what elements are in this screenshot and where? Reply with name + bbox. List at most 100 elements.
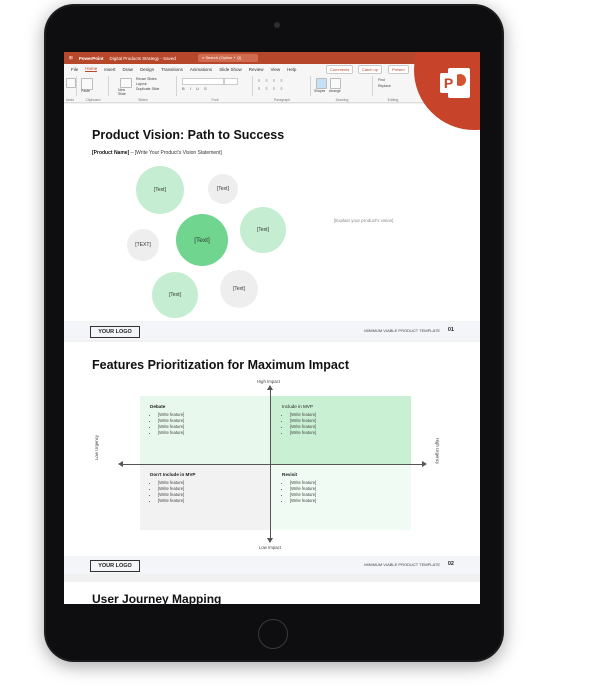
tab-review[interactable]: Review xyxy=(249,67,264,72)
slide-2-footer: YOUR LOGO MINIMUM VIABLE PRODUCT TEMPLAT… xyxy=(64,556,480,574)
search-placeholder: Search (Option + Q) xyxy=(205,55,242,60)
bubble-top-left[interactable]: [Text] xyxy=(136,166,184,214)
list-item: [Write feature] xyxy=(290,498,411,504)
catch-up-button[interactable]: Catch up xyxy=(358,65,383,74)
quadrant-revisit-list: [Write feature] [Write feature] [Write f… xyxy=(282,480,411,504)
slide-2[interactable]: Features Prioritization for Maximum Impa… xyxy=(64,342,480,574)
front-camera xyxy=(274,22,280,28)
drawing-group: Shapes Arrange Drawing xyxy=(312,76,373,102)
tab-file[interactable]: File xyxy=(71,67,78,72)
list-item: [Write feature] xyxy=(158,430,270,436)
slides-group-label: Slides xyxy=(138,98,148,102)
footer-template-name: MINIMUM VIABLE PRODUCT TEMPLATE xyxy=(364,562,440,567)
logo-placeholder: YOUR LOGO xyxy=(90,326,140,338)
vision-explain-text: [Explain your product's vision] xyxy=(334,218,394,223)
tab-slide-show[interactable]: Slide Show xyxy=(219,67,242,72)
slide-1-subtitle: [Product Name] – [Write Your Product's V… xyxy=(92,150,222,156)
clipboard-group: Paste Clipboard xyxy=(78,76,109,102)
font-group: B I U S Font xyxy=(178,76,253,102)
find-button[interactable]: Find xyxy=(378,78,385,82)
bubble-center[interactable]: [Text] xyxy=(176,214,228,266)
arrow-right-icon xyxy=(422,461,427,467)
search-input[interactable]: ⌕ Search (Option + Q) xyxy=(198,54,258,62)
tab-view[interactable]: View xyxy=(270,67,280,72)
layout-button[interactable]: Layout xyxy=(136,82,147,86)
quadrant-dont-include[interactable]: Don't Include in MVP [Write feature] [Wr… xyxy=(140,464,270,530)
tab-help[interactable]: Help xyxy=(287,67,296,72)
doc-title[interactable]: Digital Products Strategy - Saved xyxy=(110,56,176,61)
slides-group: New Slide Reuse Slides Layout Duplicate … xyxy=(110,76,177,102)
logo-letter: P xyxy=(440,73,457,93)
font-name-select[interactable] xyxy=(182,78,224,85)
low-urgency-label: Low Urgency xyxy=(94,434,99,460)
new-slide-label: New Slide xyxy=(118,88,126,96)
slide-1-footer: YOUR LOGO MINIMUM VIABLE PRODUCT TEMPLAT… xyxy=(64,322,480,340)
quadrant-revisit-title: Revisit xyxy=(282,472,298,477)
bullets-icon[interactable]: ≡ ≡ ≡ ≡ xyxy=(258,78,285,83)
comments-button[interactable]: Comments xyxy=(326,65,354,74)
undo-group: Undo xyxy=(64,76,77,102)
quadrant-revisit[interactable]: Revisit [Write feature] [Write feature] … xyxy=(270,464,411,530)
quadrant-debate[interactable]: Debate [Write feature] [Write feature] [… xyxy=(140,396,270,464)
tab-design[interactable]: Design xyxy=(140,67,154,72)
slide-3[interactable]: User Journey Mapping xyxy=(64,582,480,604)
slide-1-title: Product Vision: Path to Success xyxy=(92,128,285,142)
app-name: PowerPoint xyxy=(78,55,104,61)
bubble-bottom-right[interactable]: [Text] xyxy=(220,270,258,308)
bubble-top-right[interactable]: [Text] xyxy=(208,174,238,204)
shapes-icon[interactable] xyxy=(316,78,327,89)
tab-animations[interactable]: Animations xyxy=(190,67,212,72)
undo-icon[interactable] xyxy=(66,78,76,88)
arrow-up-icon xyxy=(267,385,273,390)
arrange-label: Arrange xyxy=(329,89,341,93)
slide-1[interactable]: Product Vision: Path to Success [Product… xyxy=(64,104,480,340)
arrow-down-icon xyxy=(267,538,273,543)
drawing-group-label: Drawing xyxy=(335,98,349,102)
home-button[interactable] xyxy=(258,619,288,649)
tab-draw[interactable]: Draw xyxy=(123,67,134,72)
present-label: Presen xyxy=(392,67,405,72)
tab-transitions[interactable]: Transitions xyxy=(161,67,183,72)
quadrant-include-title: Include in MVP xyxy=(282,404,313,409)
duplicate-slide-button[interactable]: Duplicate Slide xyxy=(136,87,159,91)
replace-button[interactable]: Replace xyxy=(378,84,391,88)
align-icons[interactable]: ≡ ≡ ≡ ≡ xyxy=(258,86,285,91)
catch-up-label: Catch up xyxy=(362,67,379,72)
quadrant-dont-list: [Write feature] [Write feature] [Write f… xyxy=(150,480,270,504)
bubble-left[interactable]: [TEXT] xyxy=(127,229,159,261)
vision-statement-placeholder: – [Write Your Product's Vision Statement… xyxy=(129,150,222,156)
present-button[interactable]: Presen xyxy=(388,65,409,74)
arrow-left-icon xyxy=(118,461,123,467)
low-impact-label: Low Impact xyxy=(259,545,281,550)
comments-label: Comments xyxy=(330,67,350,72)
quadrant-debate-title: Debate xyxy=(150,404,166,409)
editing-group: Find Replace Editing xyxy=(374,76,412,102)
quadrant-include-in-mvp[interactable]: Include in MVP [Write feature] [Write fe… xyxy=(270,396,411,464)
font-size-select[interactable] xyxy=(224,78,238,85)
arrange-icon[interactable] xyxy=(330,78,341,89)
powerpoint-logo-icon: P xyxy=(440,68,472,98)
list-item: [Write feature] xyxy=(158,498,270,504)
paste-label: Paste xyxy=(81,89,90,93)
logo-placeholder: YOUR LOGO xyxy=(90,560,140,572)
horizontal-axis xyxy=(122,464,424,465)
bubble-right[interactable]: [Text] xyxy=(240,207,286,253)
high-impact-label: High Impact xyxy=(257,379,280,384)
new-slide-icon[interactable] xyxy=(120,78,132,88)
footer-page-number: 02 xyxy=(447,561,454,567)
paragraph-group-label: Paragraph xyxy=(273,98,291,102)
font-format-buttons[interactable]: B I U S xyxy=(182,86,209,91)
app-grid-icon[interactable]: ⊞ xyxy=(69,55,73,61)
quadrant-debate-list: [Write feature] [Write feature] [Write f… xyxy=(150,412,270,436)
shapes-label: Shapes xyxy=(314,89,326,93)
high-urgency-label: High Urgency xyxy=(435,438,440,465)
font-group-label: Font xyxy=(211,98,219,102)
quadrant-dont-title: Don't Include in MVP xyxy=(150,472,196,477)
bubble-bottom-left[interactable]: [Text] xyxy=(152,272,198,318)
slide-2-title: Features Prioritization for Maximum Impa… xyxy=(92,358,349,372)
reuse-slides-button[interactable]: Reuse Slides xyxy=(136,77,157,81)
tab-insert[interactable]: Insert xyxy=(104,67,115,72)
tab-home[interactable]: Home xyxy=(85,66,98,72)
powerpoint-screen: ⊞ PowerPoint Digital Products Strategy -… xyxy=(64,52,480,604)
clipboard-group-label: Clipboard xyxy=(85,98,101,102)
